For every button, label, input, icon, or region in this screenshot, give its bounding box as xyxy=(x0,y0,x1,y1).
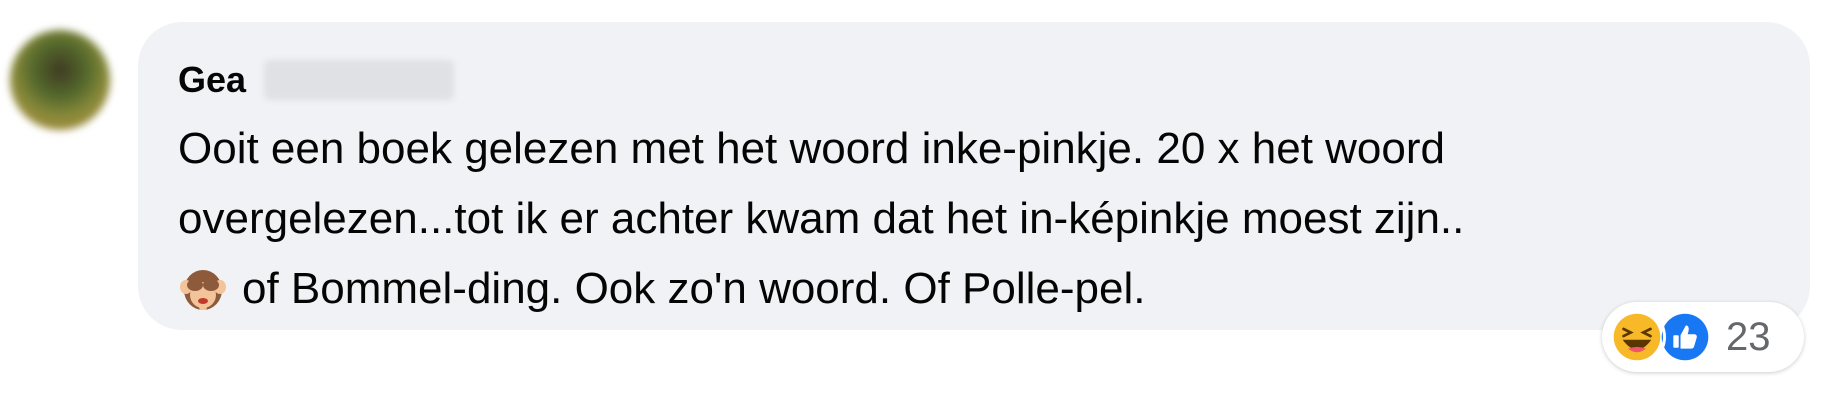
reaction-count: 23 xyxy=(1726,315,1771,359)
comment-author-name[interactable]: Gea xyxy=(178,54,246,106)
commenter-avatar[interactable] xyxy=(10,30,110,130)
comment-text-line-1: Ooit een boek gelezen met het woord inke… xyxy=(178,124,1445,173)
reactions-summary[interactable]: 23 xyxy=(1602,302,1804,372)
comment-text-line-3-text: of Bommel-ding. Ook zo'n woord. Of Polle… xyxy=(242,264,1146,313)
see-no-evil-monkey-icon xyxy=(180,270,226,310)
haha-icon xyxy=(1608,308,1666,366)
comment-text: Ooit een boek gelezen met het woord inke… xyxy=(178,114,1788,324)
author-surname-blurred xyxy=(264,60,454,100)
comment-text-line-2: overgelezen...tot ik er achter kwam dat … xyxy=(178,194,1465,243)
comment-text-line-3: of Bommel-ding. Ook zo'n woord. Of Polle… xyxy=(178,254,1788,324)
comment-bubble: Gea Ooit een boek gelezen met het woord … xyxy=(138,22,1810,330)
